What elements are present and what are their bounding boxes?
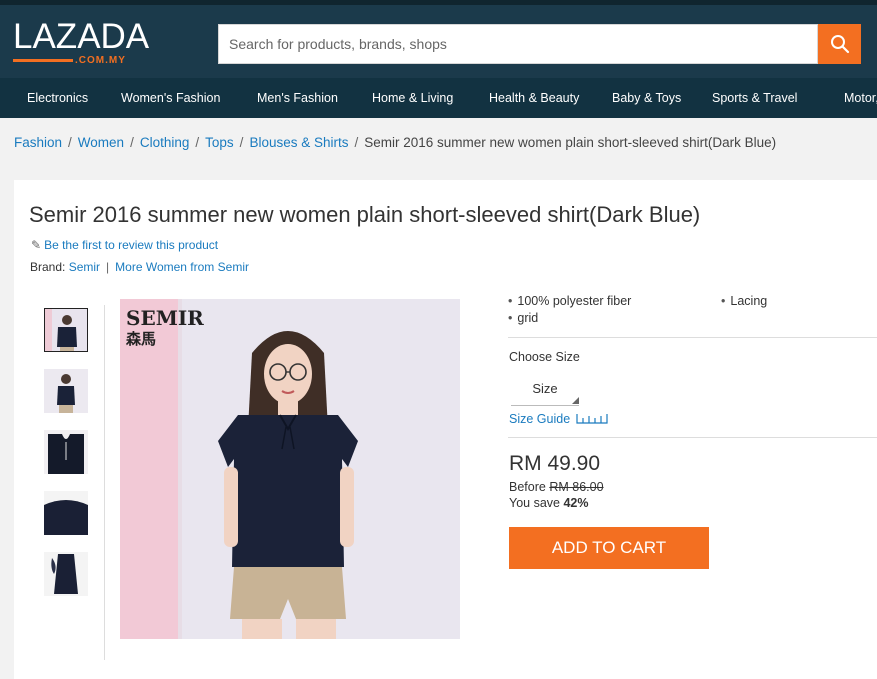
search-input[interactable] bbox=[219, 25, 817, 63]
breadcrumb-separator: / bbox=[354, 135, 359, 150]
nav-item-baby-toys[interactable]: Baby & Toys bbox=[612, 78, 681, 118]
search-box bbox=[218, 24, 818, 64]
nav-item-mens-fashion[interactable]: Men's Fashion bbox=[257, 78, 338, 118]
thumbnail-1[interactable] bbox=[44, 308, 88, 352]
feature-item: 100% polyester fiber bbox=[508, 294, 631, 308]
product-title: Semir 2016 summer new women plain short-… bbox=[29, 202, 701, 227]
choose-size-label: Choose Size bbox=[509, 350, 580, 364]
review-link[interactable]: ✎ Be the first to review this product bbox=[31, 238, 218, 252]
size-guide-link[interactable]: Size Guide bbox=[509, 412, 608, 426]
search-icon bbox=[830, 35, 849, 54]
ruler-icon bbox=[576, 414, 608, 424]
search-button[interactable] bbox=[818, 24, 861, 64]
brand-link[interactable]: Semir bbox=[69, 260, 100, 274]
brand-line: Brand: Semir | More Women from Semir bbox=[30, 260, 249, 274]
current-price: RM 49.90 bbox=[509, 452, 601, 475]
add-to-cart-button[interactable]: ADD TO CART bbox=[509, 527, 709, 569]
size-select-value: Size bbox=[532, 381, 558, 396]
breadcrumb-fashion[interactable]: Fashion bbox=[14, 135, 62, 150]
breadcrumb-clothing[interactable]: Clothing bbox=[140, 135, 190, 150]
category-nav: Electronics Women's Fashion Men's Fashio… bbox=[0, 78, 877, 118]
breadcrumb-tops[interactable]: Tops bbox=[205, 135, 234, 150]
logo-text: LAZADA bbox=[13, 17, 150, 56]
nav-item-home-living[interactable]: Home & Living bbox=[372, 78, 453, 118]
thumbnail-image bbox=[44, 430, 88, 474]
thumbnail-2[interactable] bbox=[44, 369, 88, 413]
product-photo: SEMIR 森馬 bbox=[120, 299, 460, 639]
pencil-icon: ✎ bbox=[31, 238, 42, 252]
breadcrumb-separator: / bbox=[195, 135, 200, 150]
logo-domain: .COM.MY bbox=[13, 55, 126, 67]
before-price: RM 86.00 bbox=[549, 480, 604, 494]
breadcrumb: Fashion / Women / Clothing / Tops / Blouses & Sh… bbox=[14, 135, 776, 153]
brand-separator: | bbox=[106, 260, 110, 274]
thumbnail-image bbox=[44, 491, 88, 535]
before-label: Before bbox=[509, 480, 546, 494]
original-price: Before RM 86.00 bbox=[509, 480, 604, 494]
breadcrumb-separator: / bbox=[68, 135, 72, 150]
breadcrumb-women[interactable]: Women bbox=[78, 135, 124, 150]
image-brand-logo: SEMIR bbox=[126, 306, 204, 330]
thumbnail-3[interactable] bbox=[44, 430, 88, 474]
nav-item-motors[interactable]: Motor, bbox=[844, 78, 877, 118]
review-link-label: Be the first to review this product bbox=[44, 238, 219, 252]
thumbnail-image bbox=[44, 552, 88, 596]
save-percent: 42% bbox=[563, 496, 589, 510]
feature-item: grid bbox=[508, 311, 538, 325]
nav-item-health-beauty[interactable]: Health & Beauty bbox=[489, 78, 579, 118]
nav-item-womens-fashion[interactable]: Women's Fashion bbox=[121, 78, 220, 118]
thumbnail-strip bbox=[42, 305, 105, 660]
breadcrumb-separator: / bbox=[239, 135, 244, 150]
feature-list: 100% polyester fiber Lacing grid bbox=[508, 284, 877, 338]
savings: You save 42% bbox=[509, 496, 589, 510]
logo-underline bbox=[13, 59, 73, 62]
thumbnail-image bbox=[44, 369, 88, 413]
size-select[interactable]: Size bbox=[511, 378, 579, 406]
top-header: LAZADA .COM.MY bbox=[0, 0, 877, 78]
feature-item: Lacing bbox=[721, 294, 767, 308]
image-brand-chinese: 森馬 bbox=[126, 330, 156, 348]
lazada-logo[interactable]: LAZADA .COM.MY bbox=[13, 17, 150, 69]
thumbnail-image bbox=[45, 309, 87, 351]
nav-item-electronics[interactable]: Electronics bbox=[27, 78, 88, 118]
save-label: You save bbox=[509, 496, 560, 510]
thumbnail-5[interactable] bbox=[44, 552, 88, 596]
breadcrumb-current: Semir 2016 summer new women plain short-… bbox=[364, 135, 777, 150]
breadcrumb-blouses-shirts[interactable]: Blouses & Shirts bbox=[249, 135, 348, 150]
dropdown-arrow-icon bbox=[572, 397, 579, 404]
size-guide-label: Size Guide bbox=[509, 412, 571, 426]
nav-item-sports-travel[interactable]: Sports & Travel bbox=[712, 78, 797, 118]
thumbnail-4[interactable] bbox=[44, 491, 88, 535]
product-panel: Semir 2016 summer new women plain short-… bbox=[14, 180, 877, 679]
more-from-brand-link[interactable]: More Women from Semir bbox=[115, 260, 249, 274]
brand-label: Brand: bbox=[30, 260, 66, 274]
breadcrumb-separator: / bbox=[130, 135, 134, 150]
section-divider bbox=[508, 437, 877, 438]
main-product-image[interactable]: SEMIR 森馬 bbox=[120, 299, 460, 639]
